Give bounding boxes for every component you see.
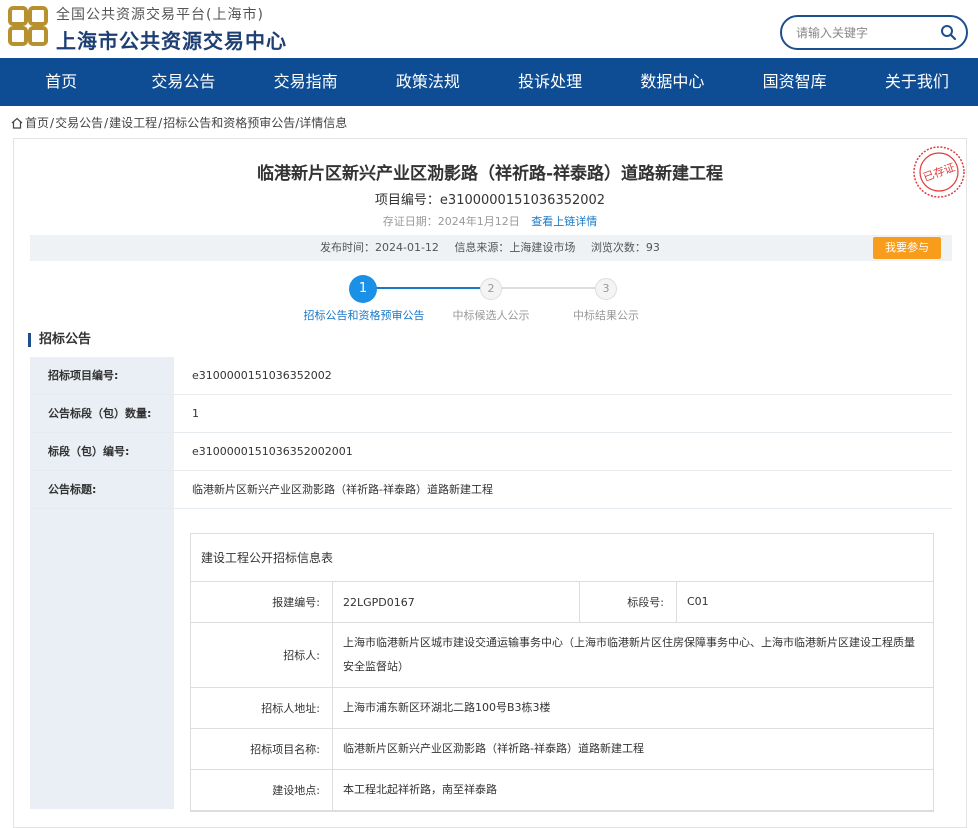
detail-value: e3100000151036352002001 (192, 445, 353, 458)
search-box (780, 15, 968, 50)
step-connector (502, 287, 608, 289)
join-button[interactable]: 我要参与 (873, 237, 941, 259)
notice-detail: 临港新片区新兴产业区泐影路（祥祈路-祥泰路）道路新建工程 项目编号：e31000… (13, 138, 967, 828)
chain-details-link[interactable]: 查看上链详情 (531, 215, 597, 228)
step-2-label[interactable]: 中标候选人公示 (441, 307, 541, 323)
process-steps: 1 2 3 招标公告和资格预审公告 中标候选人公示 中标结果公示 (14, 273, 966, 337)
report-no-value: 22LGPD0167 (343, 595, 415, 609)
info-source: 信息来源：上海建设市场 (454, 241, 576, 254)
info-row-address: 招标人地址: 上海市浦东新区环湖北二路100号B3栋3楼 (191, 688, 933, 729)
main-nav: 首页 交易公告 交易指南 政策法规 投诉处理 数据中心 国资智库 关于我们 (0, 58, 978, 106)
address-value: 上海市浦东新区环湖北二路100号B3栋3楼 (343, 701, 551, 714)
evidence-line: 存证日期：2024年1月12日 查看上链详情 (14, 213, 966, 229)
nav-item-policy[interactable]: 政策法规 (367, 58, 489, 106)
detail-row: 标段（包）编号: e3100000151036352002001 (30, 433, 952, 471)
home-icon (11, 117, 23, 129)
breadcrumb-construction[interactable]: 建设工程 (109, 114, 157, 131)
breadcrumb-tender-notices[interactable]: 招标公告和资格预审公告 (163, 114, 295, 131)
platform-name: 全国公共资源交易平台(上海市) (56, 7, 264, 23)
project-name-value: 临港新片区新兴产业区泐影路（祥祈路-祥泰路）道路新建工程 (343, 742, 644, 755)
nav-item-data-center[interactable]: 数据中心 (611, 58, 733, 106)
notice-title: 临港新片区新兴产业区泐影路（祥祈路-祥泰路）道路新建工程 (256, 164, 724, 184)
detail-body-row: 建设工程公开招标信息表 报建编号: 22LGPD0167 标段号: C01 招标… (30, 509, 952, 812)
breadcrumb-separator: / (104, 115, 109, 130)
nav-item-guide[interactable]: 交易指南 (245, 58, 367, 106)
info-table-caption: 建设工程公开招标信息表 (191, 534, 933, 582)
info-row-location: 建设地点: 本工程北起祥祈路，南至祥泰路 (191, 770, 933, 811)
detail-label-empty (30, 509, 174, 809)
info-row-report: 报建编号: 22LGPD0167 标段号: C01 (191, 582, 933, 623)
step-2-circle[interactable]: 2 (480, 278, 502, 300)
step-connector (376, 287, 490, 289)
section-no-label: 标段号: (579, 582, 677, 622)
section-title: 招标公告 (28, 333, 91, 347)
search-input[interactable] (796, 23, 936, 43)
nav-item-think-tank[interactable]: 国资智库 (734, 58, 856, 106)
nav-item-announcements[interactable]: 交易公告 (122, 58, 244, 106)
nav-item-home[interactable]: 首页 (0, 58, 122, 106)
section-no-value: C01 (687, 595, 709, 608)
info-table: 建设工程公开招标信息表 报建编号: 22LGPD0167 标段号: C01 招标… (190, 533, 934, 812)
report-no-label: 报建编号: (191, 582, 333, 622)
detail-value: 1 (192, 407, 199, 420)
logo-icon[interactable] (8, 6, 48, 46)
project-number: 项目编号：e3100000151036352002 (374, 193, 606, 208)
detail-table: 招标项目编号: e3100000151036352002 公告标段（包）数量: … (30, 357, 952, 812)
search-icon[interactable] (940, 24, 956, 40)
breadcrumb-current: /详情信息 (295, 116, 348, 130)
site-header: 全国公共资源交易平台(上海市) 上海市公共资源交易中心 (0, 0, 978, 58)
nav-item-complaints[interactable]: 投诉处理 (489, 58, 611, 106)
step-1-circle[interactable]: 1 (349, 275, 377, 303)
info-row-tenderer: 招标人: 上海市临港新片区城市建设交通运输事务中心（上海市临港新片区住房保障事务… (191, 623, 933, 688)
detail-label: 招标项目编号: (30, 357, 174, 394)
nav-item-about[interactable]: 关于我们 (856, 58, 978, 106)
publish-time: 发布时间：2024-01-12 (320, 241, 439, 254)
step-3-circle[interactable]: 3 (595, 278, 617, 300)
detail-label: 公告标段（包）数量: (30, 395, 174, 432)
detail-body: 建设工程公开招标信息表 报建编号: 22LGPD0167 标段号: C01 招标… (174, 509, 952, 812)
evidence-stamp-icon: 已存证 (913, 146, 965, 198)
detail-value: 临港新片区新兴产业区泐影路（祥祈路-祥泰路）道路新建工程 (192, 483, 493, 496)
detail-label: 公告标题: (30, 471, 174, 508)
info-row-project-name: 招标项目名称: 临港新片区新兴产业区泐影路（祥祈路-祥泰路）道路新建工程 (191, 729, 933, 770)
address-label: 招标人地址: (191, 688, 333, 728)
breadcrumb-separator: / (50, 115, 55, 130)
detail-row: 公告标段（包）数量: 1 (30, 395, 952, 433)
detail-value: e3100000151036352002 (192, 369, 332, 382)
meta-info: 发布时间：2024-01-12 信息来源：上海建设市场 浏览次数：93 (320, 235, 672, 261)
breadcrumb: 首页 / 交易公告 / 建设工程 / 招标公告和资格预审公告 /详情信息 (11, 114, 347, 131)
project-name-label: 招标项目名称: (191, 729, 333, 769)
detail-row: 公告标题: 临港新片区新兴产业区泐影路（祥祈路-祥泰路）道路新建工程 (30, 471, 952, 509)
detail-row: 招标项目编号: e3100000151036352002 (30, 357, 952, 395)
location-label: 建设地点: (191, 770, 333, 810)
stamp-text: 已存证 (921, 160, 957, 184)
breadcrumb-announcements[interactable]: 交易公告 (55, 114, 103, 131)
detail-label: 标段（包）编号: (30, 433, 174, 470)
evidence-date: 存证日期：2024年1月12日 (382, 215, 520, 228)
breadcrumb-separator: / (158, 115, 163, 130)
tenderer-label: 招标人: (191, 623, 333, 687)
tenderer-value: 上海市临港新片区城市建设交通运输事务中心（上海市临港新片区住房保障事务中心、上海… (343, 636, 915, 673)
view-count: 浏览次数：93 (590, 241, 660, 254)
breadcrumb-home[interactable]: 首页 (25, 114, 49, 131)
step-3-label[interactable]: 中标结果公示 (556, 307, 656, 323)
site-name[interactable]: 上海市公共资源交易中心 (56, 25, 287, 54)
step-1-label[interactable]: 招标公告和资格预审公告 (302, 307, 426, 323)
location-value: 本工程北起祥祈路，南至祥泰路 (343, 783, 497, 796)
info-bar: 发布时间：2024-01-12 信息来源：上海建设市场 浏览次数：93 我要参与 (30, 235, 952, 261)
